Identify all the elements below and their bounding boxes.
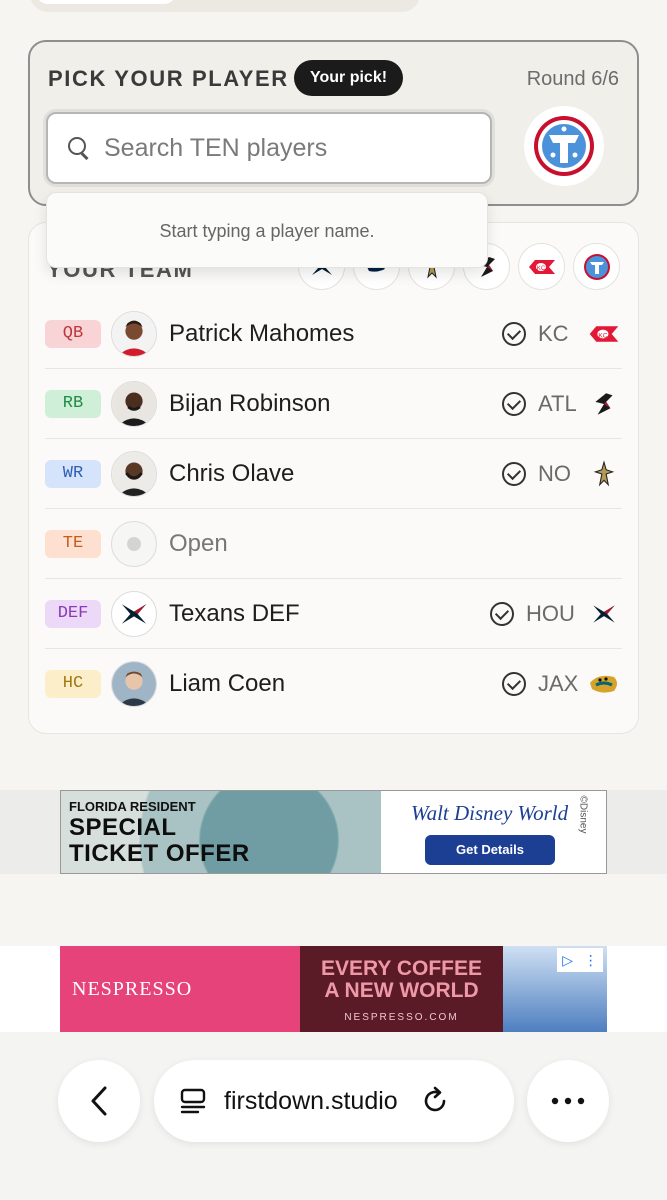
team-abbr: ATL — [538, 391, 577, 416]
ad-nes-left: NESPRESSO — [60, 946, 300, 1032]
ad-headline-line2: TICKET OFFER — [69, 840, 250, 867]
player-name: Bijan Robinson — [169, 389, 331, 417]
position-badge: HC — [45, 670, 101, 698]
your-team-card: YOUR TEAM KC QB Patrick Mahomes KC KC RB… — [28, 222, 639, 734]
more-dots-icon — [551, 1097, 585, 1105]
team-info: ATL — [502, 369, 622, 439]
pick-card: PICK YOUR PLAYER Your pick! Round 6/6 — [28, 40, 639, 206]
team-abbr: HOU — [526, 601, 575, 626]
team-abbr: NO — [538, 461, 571, 486]
top-tab-active[interactable] — [36, 0, 176, 4]
ad-headline-small: FLORIDA RESIDENT — [69, 799, 196, 814]
ad-nes-line2: A NEW WORLD — [324, 979, 479, 1002]
ad-nes-right: ▷ ⋮ — [503, 946, 607, 1032]
search-input[interactable] — [104, 133, 464, 163]
roster-row-hc[interactable]: HC Liam Coen JAX — [45, 649, 622, 719]
ad-menu-icon[interactable]: ⋮ — [584, 952, 598, 969]
titans-logo-icon — [573, 243, 620, 290]
falcons-logo-icon — [586, 386, 622, 422]
ad-nes-mid: EVERY COFFEE A NEW WORLD NESPRESSO.COM — [300, 946, 503, 1032]
tab-layout-icon[interactable] — [178, 1086, 208, 1116]
ad-right-panel: Walt Disney World Get Details ©Disney — [381, 791, 606, 873]
player-avatar — [111, 380, 157, 427]
pick-title: PICK YOUR PLAYER — [48, 66, 289, 91]
position-badge: WR — [45, 459, 101, 488]
ad-left-panel: FLORIDA RESIDENT SPECIAL TICKET OFFER — [61, 791, 381, 873]
svg-text:KC: KC — [598, 332, 607, 339]
titans-logo-icon[interactable] — [524, 106, 604, 186]
check-circle-icon — [490, 602, 514, 626]
player-name: Open — [169, 529, 228, 557]
check-circle-icon — [502, 462, 526, 486]
search-icon — [66, 135, 92, 161]
empty-slot-avatar — [111, 520, 157, 567]
your-pick-badge: Your pick! — [294, 60, 404, 96]
top-tab-strip — [30, 0, 420, 12]
team-info: NO — [502, 439, 622, 509]
saints-logo-icon — [586, 456, 622, 492]
ad-nes-line1: EVERY COFFEE — [320, 957, 483, 980]
ad-cta-button[interactable]: Get Details — [425, 835, 555, 865]
url-text[interactable]: firstdown.studio — [224, 1087, 398, 1116]
coach-avatar — [111, 661, 157, 707]
disney-ad-banner[interactable]: FLORIDA RESIDENT SPECIAL TICKET OFFER Wa… — [60, 790, 607, 874]
address-bar[interactable]: firstdown.studio — [154, 1060, 514, 1142]
roster-row-te[interactable]: TE Open — [45, 509, 622, 579]
player-name: Patrick Mahomes — [169, 319, 355, 347]
ad-nes-logo: NESPRESSO — [72, 978, 193, 1000]
ad-headline-line1: SPECIAL — [69, 814, 177, 841]
player-avatar — [111, 450, 157, 497]
position-badge: QB — [45, 319, 101, 348]
player-name: Texans DEF — [169, 599, 300, 627]
roster-list: QB Patrick Mahomes KC KC RB Bijan Robins… — [45, 299, 622, 719]
check-circle-icon — [502, 392, 526, 416]
nespresso-ad-banner[interactable]: NESPRESSO EVERY COFFEE A NEW WORLD NESPR… — [60, 946, 607, 1032]
round-indicator: Round 6/6 — [526, 68, 619, 90]
ad-copyright: ©Disney — [577, 795, 589, 834]
team-info: HOU — [490, 579, 622, 649]
ad-choices[interactable]: ▷ ⋮ — [557, 948, 603, 972]
chevron-left-icon — [91, 1086, 107, 1116]
ad-nes-url: NESPRESSO.COM — [344, 1012, 459, 1023]
team-info: JAX — [502, 649, 622, 719]
check-circle-icon — [502, 672, 526, 696]
ad-headline: SPECIAL TICKET OFFER — [69, 815, 250, 867]
texans-logo-icon — [586, 596, 622, 632]
team-info: KC KC — [502, 299, 622, 369]
ad-choices-icon[interactable]: ▷ — [562, 952, 573, 969]
more-button[interactable] — [527, 1060, 609, 1142]
jaguars-logo-icon — [586, 666, 622, 702]
position-badge: DEF — [45, 599, 101, 628]
roster-row-rb[interactable]: RB Bijan Robinson ATL — [45, 369, 622, 439]
chiefs-logo-icon: KC — [518, 243, 565, 290]
roster-row-qb[interactable]: QB Patrick Mahomes KC KC — [45, 299, 622, 369]
search-box[interactable] — [46, 112, 492, 184]
check-circle-icon — [502, 322, 526, 346]
back-button[interactable] — [58, 1060, 140, 1142]
chiefs-logo-icon: KC — [586, 316, 622, 352]
player-avatar — [111, 310, 157, 357]
player-name: Chris Olave — [169, 459, 295, 487]
position-badge: RB — [45, 389, 101, 418]
search-dropdown-hint: Start typing a player name. — [46, 192, 488, 268]
svg-text:KC: KC — [536, 266, 545, 272]
roster-row-def[interactable]: DEF Texans DEF HOU — [45, 579, 622, 649]
team-abbr: JAX — [538, 671, 579, 696]
roster-row-wr[interactable]: WR Chris Olave NO — [45, 439, 622, 509]
ad-brand: Walt Disney World — [411, 801, 569, 825]
texans-logo-icon — [111, 590, 157, 637]
position-badge: TE — [45, 529, 101, 558]
player-name: Liam Coen — [169, 670, 286, 697]
team-abbr: KC — [538, 321, 569, 346]
reload-icon[interactable] — [420, 1086, 450, 1116]
